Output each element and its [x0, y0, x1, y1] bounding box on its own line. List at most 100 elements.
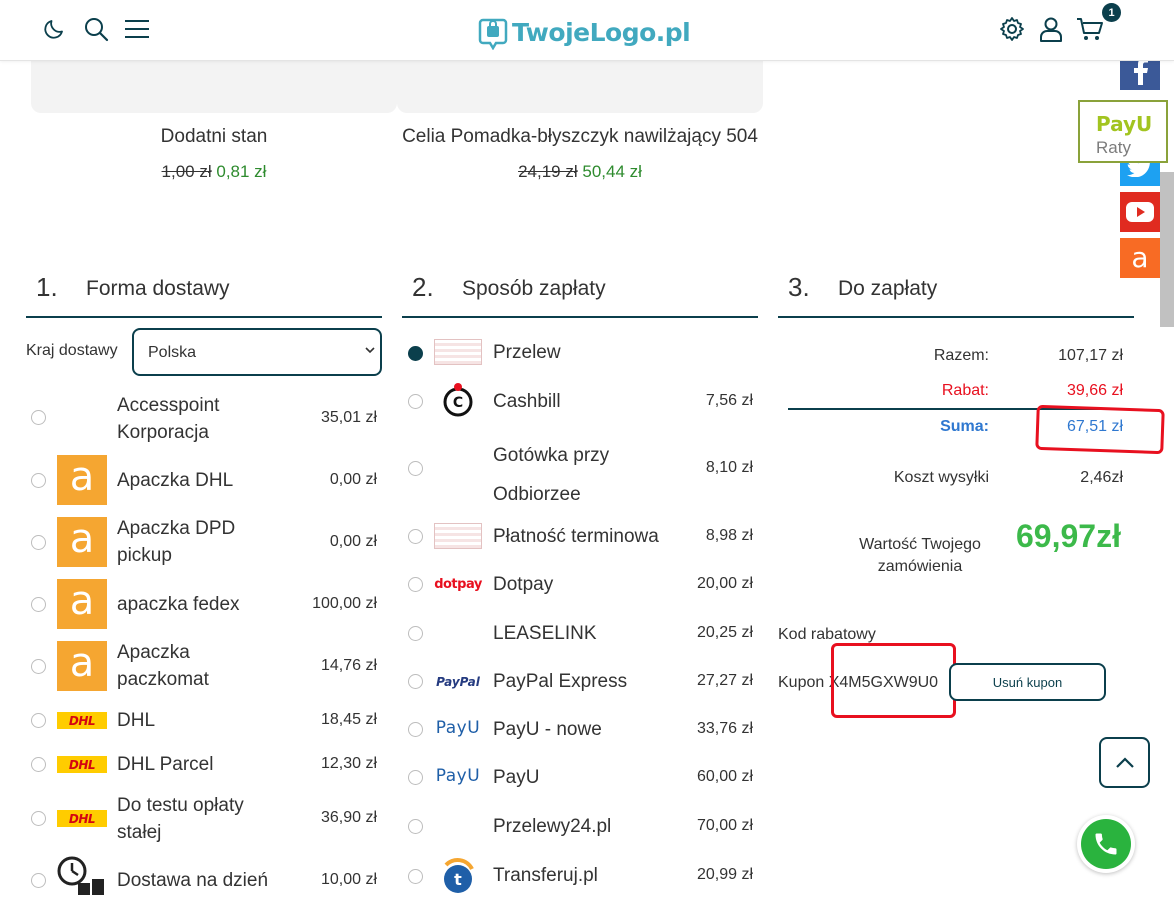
apaczka-logo-icon: a — [57, 579, 107, 629]
cart-count-badge: 1 — [1102, 3, 1121, 22]
shipping-cost-label: Koszt wysyłki — [893, 469, 989, 486]
settings-gear-icon[interactable] — [998, 15, 1026, 43]
cashbill-logo-icon: C — [443, 383, 473, 417]
delivery-option-price: 100,00 zł — [312, 595, 377, 612]
delivery-radio[interactable] — [31, 713, 46, 728]
section-title: Forma dostawy — [86, 277, 230, 300]
payu-logo-icon: PayU — [432, 763, 484, 789]
delivery-radio[interactable] — [31, 535, 46, 550]
allegro-icon[interactable]: a — [1120, 238, 1160, 278]
section-number: 2. — [412, 272, 434, 302]
delivery-option-name: Dostawa na dzień — [117, 870, 269, 891]
delivery-option-name: Accesspoint Korporacja — [117, 395, 220, 443]
payu-logo-icon: PayU — [432, 715, 484, 741]
coupon-section-label: Kod rabatowy — [778, 626, 876, 643]
shipping-cost-value: 2,46zł — [1080, 469, 1123, 486]
product-image[interactable] — [31, 61, 397, 113]
cashbill-logo-text: C — [453, 395, 463, 411]
new-price: 50,44 zł — [582, 162, 642, 181]
payment-option-name: Przelew — [493, 342, 561, 363]
svg-text:a: a — [1131, 244, 1148, 272]
transferuj-logo-text: t — [454, 870, 462, 889]
old-price: 1,00 zł — [161, 162, 212, 181]
payment-option-price: 27,27 zł — [696, 672, 753, 689]
sum-label: Suma: — [940, 418, 989, 435]
delivery-option-price: 18,45 zł — [320, 711, 377, 728]
delivery-option-name: Apaczka paczkomat — [117, 642, 209, 690]
delivery-radio[interactable] — [31, 597, 46, 612]
page-header: TwojeLogo.pl 1 — [0, 0, 1174, 61]
payu-logo-text: PayU — [435, 718, 481, 738]
payu-raty-logo-text: PayU — [1096, 112, 1153, 136]
payment-option-price: 20,99 zł — [696, 866, 753, 883]
call-button[interactable] — [1077, 815, 1135, 873]
payment-radio[interactable] — [408, 722, 423, 737]
order-total-value: 69,97zł — [1016, 518, 1121, 554]
remove-coupon-button[interactable]: Usuń kupon — [949, 663, 1106, 701]
payment-radio[interactable] — [408, 626, 423, 641]
delivery-radio[interactable] — [31, 410, 46, 425]
youtube-icon[interactable] — [1120, 192, 1160, 232]
delivery-radio[interactable] — [31, 811, 46, 826]
product-image[interactable] — [397, 61, 763, 113]
delivery-option-name: apaczka fedex — [117, 594, 240, 615]
payment-radio[interactable] — [408, 529, 423, 544]
country-select[interactable]: Polska — [132, 328, 382, 376]
payment-option-price: 33,76 zł — [696, 720, 753, 737]
product-price: 24,19 zł 50,44 zł — [397, 162, 763, 182]
phone-icon — [1095, 833, 1117, 855]
delivery-option-price: 14,76 zł — [320, 657, 377, 674]
site-logo[interactable]: TwojeLogo.pl — [478, 14, 691, 50]
payment-option-price: 8,98 zł — [705, 527, 753, 544]
paypal-logo-text: PayPal — [436, 675, 480, 689]
delivery-option-price: 36,90 zł — [320, 809, 377, 826]
delivery-radio[interactable] — [31, 473, 46, 488]
delivery-radio[interactable] — [31, 659, 46, 674]
apaczka-logo-icon: a — [57, 455, 107, 505]
product-name[interactable]: Dodatni stan — [31, 126, 397, 148]
payment-option-price: 8,10 zł — [705, 459, 753, 476]
chevron-up-icon — [1115, 756, 1134, 768]
subtotal-value: 107,17 zł — [1058, 347, 1123, 364]
new-price: 0,81 zł — [216, 162, 267, 181]
payment-radio[interactable] — [408, 461, 423, 476]
payment-radio-selected[interactable] — [408, 346, 423, 361]
payment-radio[interactable] — [408, 577, 423, 592]
menu-hamburger-icon[interactable] — [123, 15, 151, 43]
dhl-logo-icon: DHL — [57, 756, 107, 773]
paypal-logo-icon: PayPal — [434, 672, 482, 692]
transferuj-logo-icon: t — [444, 858, 474, 893]
user-account-icon[interactable] — [1037, 15, 1065, 43]
bank-transfer-icon — [434, 339, 482, 365]
product-name[interactable]: Celia Pomadka-błyszczyk nawilżający 504 — [380, 126, 780, 148]
discount-label: Rabat: — [941, 382, 989, 399]
delivery-option-price: 35,01 zł — [320, 409, 377, 426]
delivery-section-header: 1. Forma dostawy — [26, 272, 382, 318]
payment-radio[interactable] — [408, 674, 423, 689]
payment-radio[interactable] — [408, 869, 423, 884]
search-icon[interactable] — [82, 15, 110, 43]
dhl-logo-icon: DHL — [57, 810, 107, 827]
cart-icon[interactable] — [1076, 15, 1104, 43]
delivery-option-name: Apaczka DHL — [117, 470, 234, 491]
dark-mode-moon-icon[interactable] — [40, 15, 68, 43]
payu-raty-widget[interactable]: PayU Raty — [1078, 100, 1168, 163]
page-scrollbar-thumb[interactable] — [1160, 172, 1174, 327]
subtotal-label: Razem: — [933, 347, 989, 364]
payu-logo-text: PayU — [435, 766, 481, 786]
payment-radio[interactable] — [408, 394, 423, 409]
scroll-to-top-button[interactable] — [1099, 737, 1150, 788]
logo-text: TwojeLogo.pl — [512, 17, 691, 47]
payment-radio[interactable] — [408, 819, 423, 834]
delivery-radio[interactable] — [31, 873, 46, 888]
delivery-option-name: Apaczka DPD pickup — [117, 518, 236, 566]
product-price: 1,00 zł 0,81 zł — [31, 162, 397, 182]
bank-transfer-icon — [434, 523, 482, 549]
delivery-option-name: DHL — [117, 710, 156, 731]
delivery-option-name: Do testu opłaty stałej — [117, 795, 244, 843]
delivery-radio[interactable] — [31, 757, 46, 772]
delivery-option-price: 12,30 zł — [320, 755, 377, 772]
delivery-option-price: 0,00 zł — [329, 533, 377, 550]
order-value-label: Wartość Twojego zamówienia — [859, 536, 981, 575]
payment-radio[interactable] — [408, 770, 423, 785]
